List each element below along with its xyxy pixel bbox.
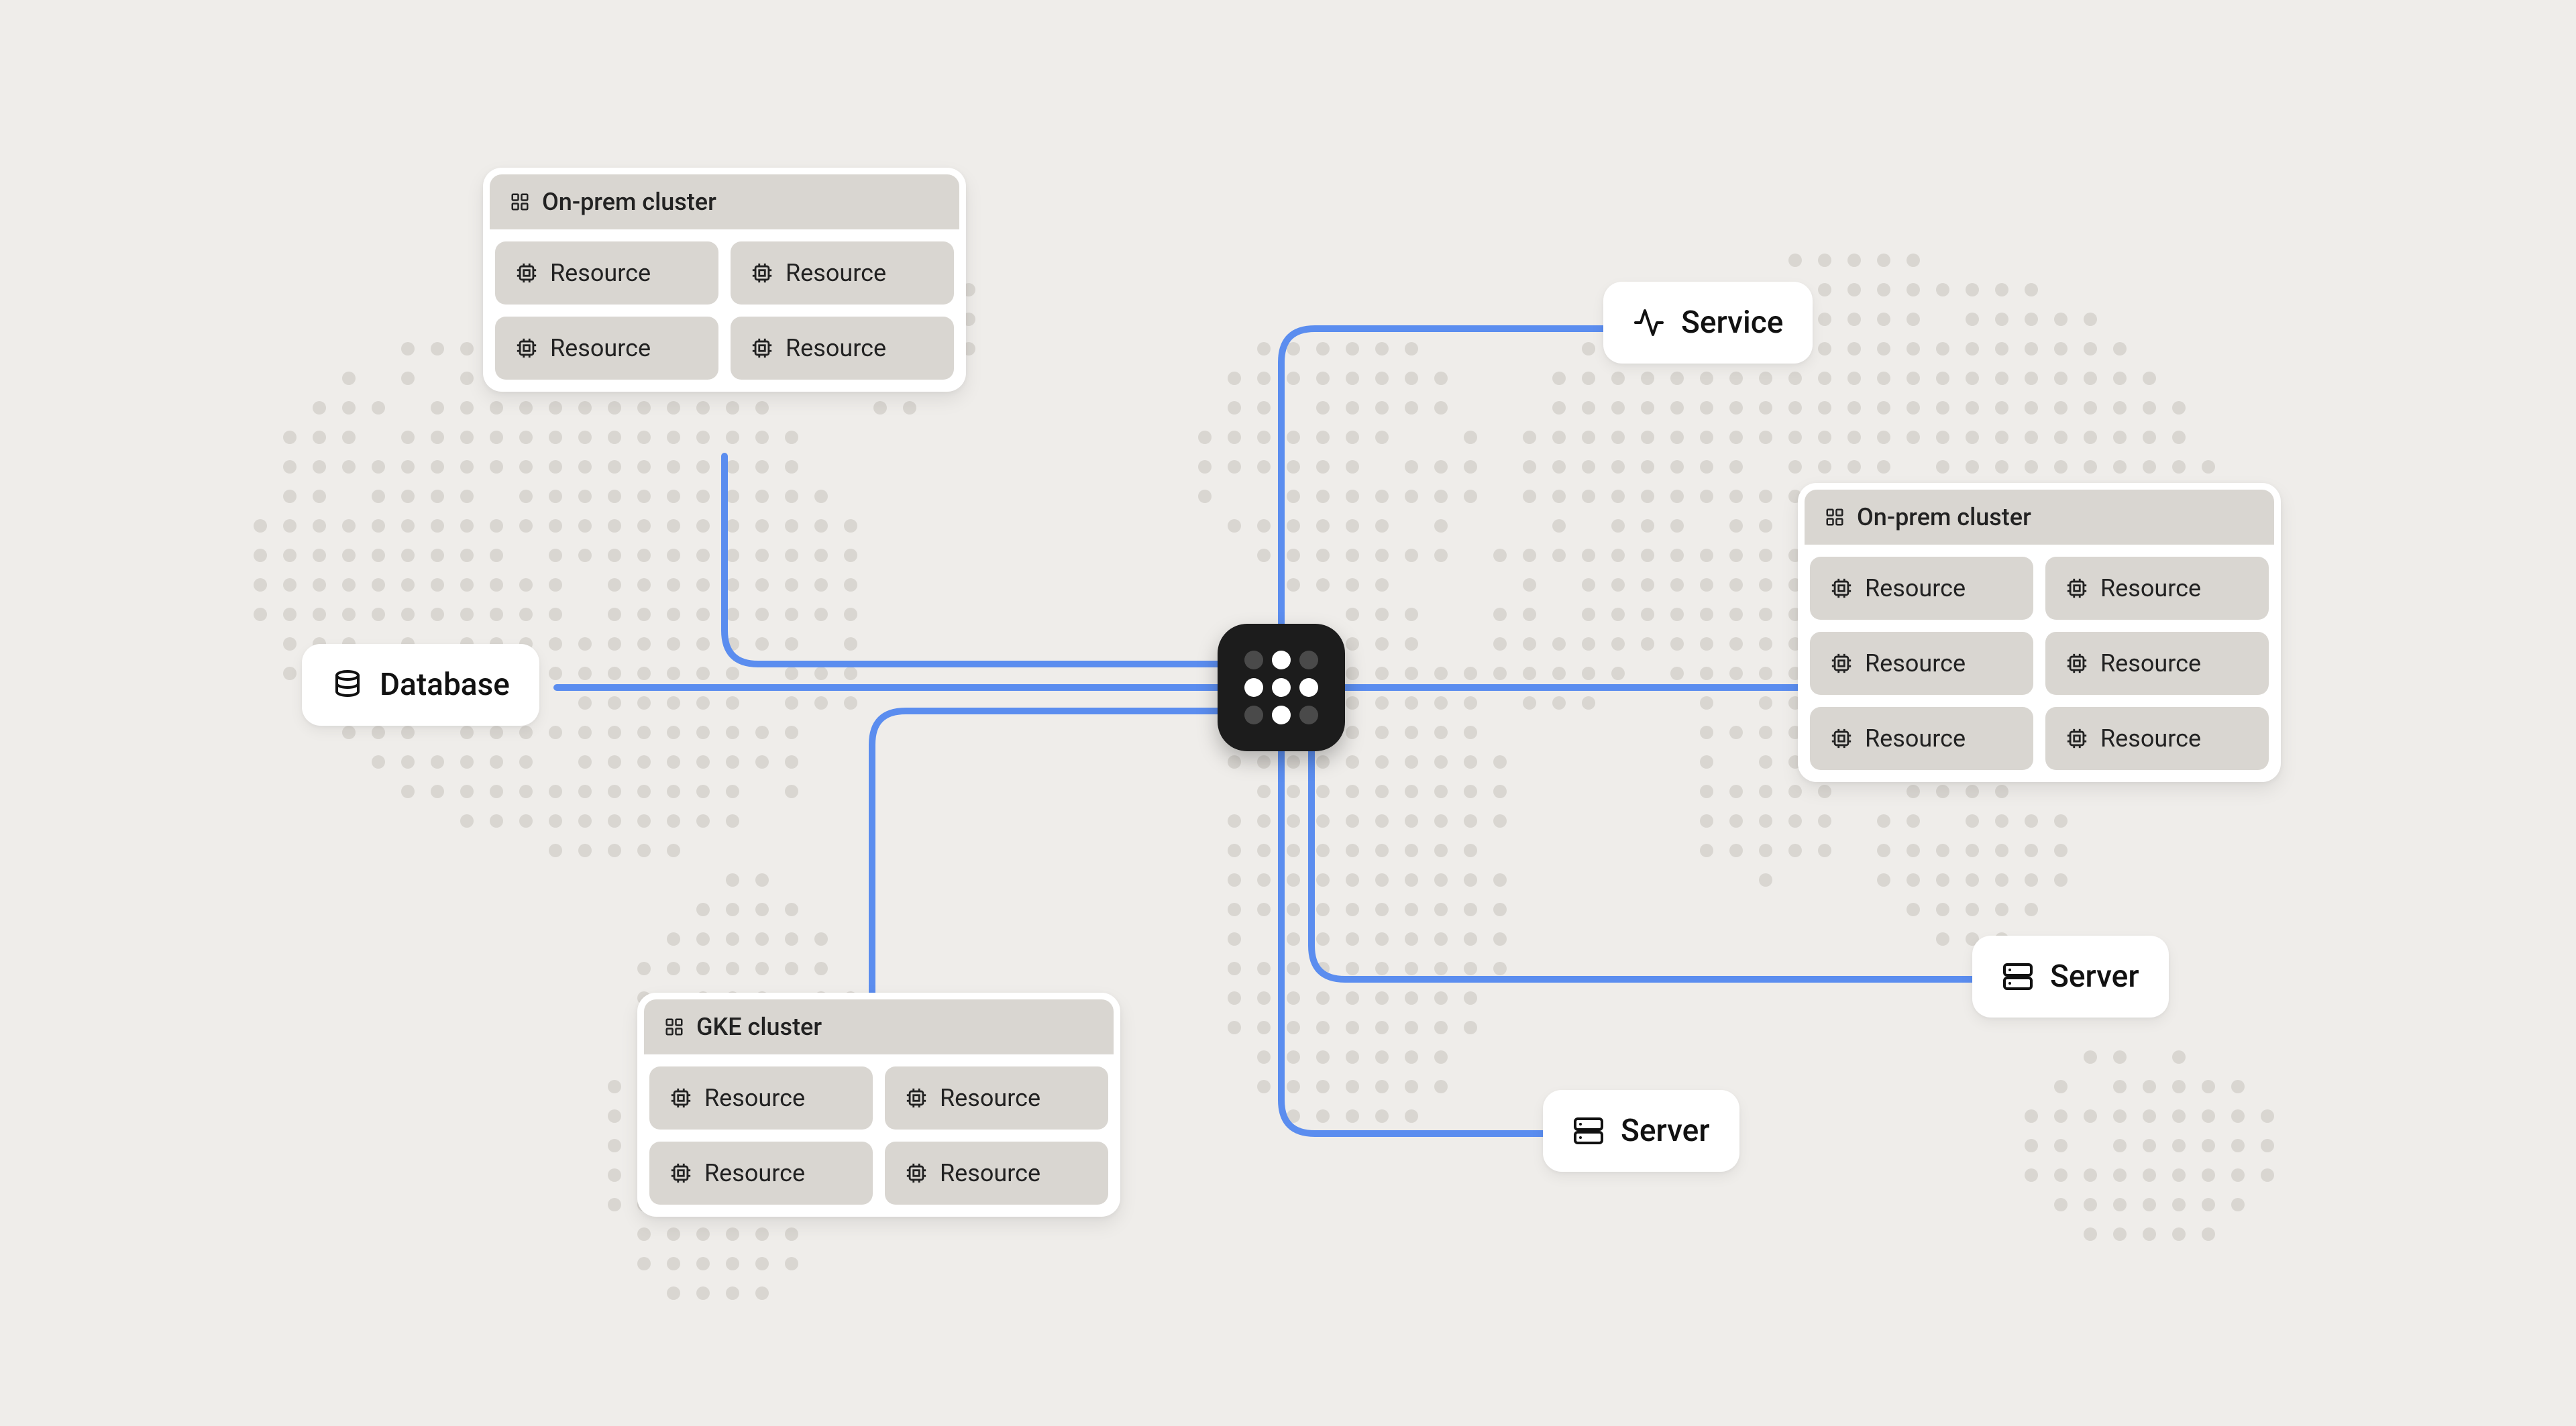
server-label: Server [1621,1113,1710,1149]
resource-item: Resource [649,1066,873,1130]
service-label: Service [1681,305,1783,341]
grid-icon [510,192,530,212]
resource-label: Resource [550,259,651,287]
hub-node [1218,624,1345,751]
cpu-icon [1830,652,1853,675]
resource-label: Resource [2100,574,2201,602]
cluster-title: On-prem cluster [542,188,716,216]
server-label: Server [2050,958,2139,995]
cpu-icon [751,262,773,284]
cpu-icon [751,337,773,360]
cluster-title: GKE cluster [696,1013,822,1041]
resource-label: Resource [786,334,886,362]
cluster-title: On-prem cluster [1857,503,2031,531]
server-node-2: Server [1543,1090,1739,1172]
cluster-header: On-prem cluster [490,174,959,229]
resource-item: Resource [1810,707,2033,770]
cpu-icon [515,262,538,284]
database-icon [331,669,364,701]
resource-label: Resource [1865,574,1966,602]
server-icon [2002,961,2034,993]
resource-label: Resource [940,1084,1040,1112]
cluster-body: Resource Resource Resource Resource [637,1054,1120,1217]
resource-label: Resource [940,1159,1040,1187]
resource-item: Resource [2045,707,2269,770]
cluster-onprem-top: On-prem cluster Resource Resource Resour… [483,168,966,392]
cluster-onprem-right: On-prem cluster Resource Resource Resour… [1798,483,2281,782]
cpu-icon [515,337,538,360]
database-node: Database [302,644,539,726]
resource-item: Resource [495,317,718,380]
cluster-header: GKE cluster [644,999,1114,1054]
server-node-1: Server [1972,936,2169,1018]
resource-label: Resource [2100,649,2201,677]
cpu-icon [905,1162,928,1185]
service-node: Service [1603,282,1813,364]
resource-item: Resource [495,241,718,305]
server-icon [1572,1115,1605,1147]
cpu-icon [905,1087,928,1109]
cluster-body: Resource Resource Resource Resource [483,229,966,392]
resource-label: Resource [550,334,651,362]
cpu-icon [1830,727,1853,750]
activity-icon [1633,307,1665,339]
resource-label: Resource [1865,724,1966,753]
grid-icon [1825,507,1845,527]
cpu-icon [2065,727,2088,750]
cpu-icon [2065,652,2088,675]
resource-label: Resource [704,1159,805,1187]
resource-item: Resource [885,1066,1108,1130]
resource-item: Resource [649,1142,873,1205]
cluster-gke: GKE cluster Resource Resource Resource R… [637,993,1120,1217]
resource-item: Resource [731,317,954,380]
resource-item: Resource [2045,557,2269,620]
resource-item: Resource [731,241,954,305]
resource-label: Resource [2100,724,2201,753]
cluster-header: On-prem cluster [1805,490,2274,545]
cpu-icon [2065,577,2088,600]
cpu-icon [669,1162,692,1185]
cluster-body: Resource Resource Resource Resource Reso… [1798,545,2281,782]
resource-label: Resource [1865,649,1966,677]
grid-icon [664,1017,684,1037]
cpu-icon [669,1087,692,1109]
resource-item: Resource [2045,632,2269,695]
resource-label: Resource [704,1084,805,1112]
resource-item: Resource [885,1142,1108,1205]
resource-item: Resource [1810,632,2033,695]
resource-item: Resource [1810,557,2033,620]
database-label: Database [380,667,510,703]
resource-label: Resource [786,259,886,287]
cpu-icon [1830,577,1853,600]
